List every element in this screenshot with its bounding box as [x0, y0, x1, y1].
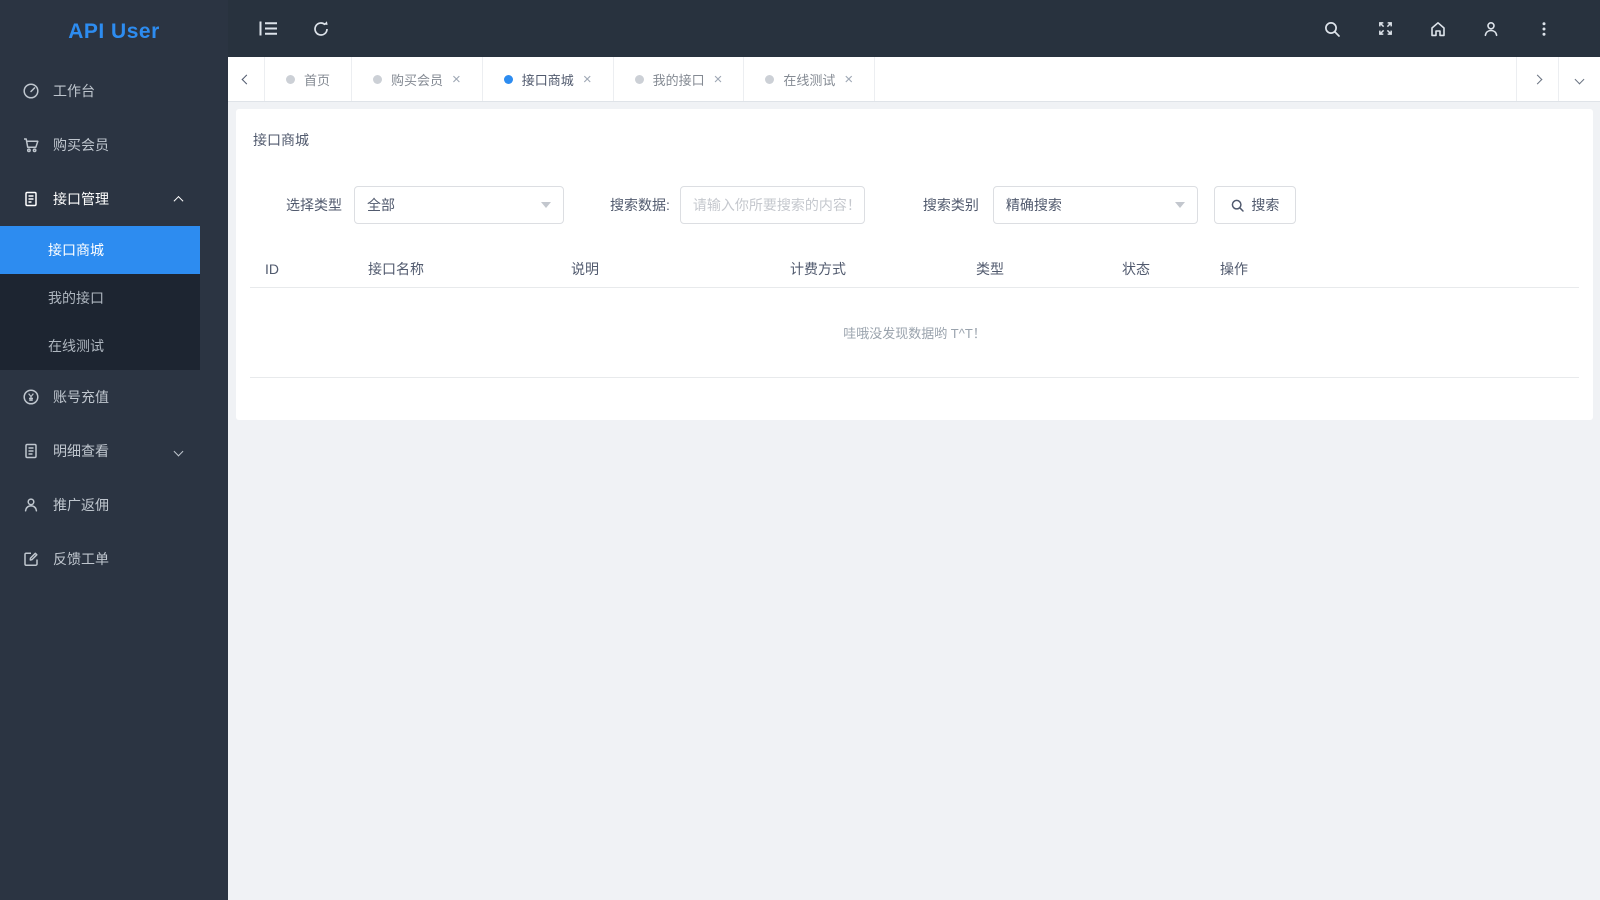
column-header-id: ID [265, 260, 279, 277]
tabs-scroll-left-button[interactable] [228, 57, 265, 101]
fullscreen-button[interactable] [1367, 11, 1403, 47]
fullscreen-icon [1378, 22, 1392, 35]
brand-logo: API User [68, 20, 160, 43]
select-caret-icon [541, 202, 551, 208]
dashboard-icon [22, 82, 40, 100]
sidebar-item-recharge[interactable]: 账号充值 [0, 370, 200, 424]
column-header-type: 类型 [976, 260, 1004, 277]
more-vertical-icon [1542, 21, 1546, 36]
sidebar-item-feedback[interactable]: 反馈工单 [0, 532, 200, 586]
table-header-row: ID 接口名称 说明 计费方式 类型 状态 操作 [250, 250, 1579, 288]
search-input[interactable] [679, 186, 865, 224]
tab-my-apis[interactable]: 我的接口 × [614, 57, 745, 101]
sidebar-subitem-my-apis[interactable]: 我的接口 [0, 274, 200, 322]
tab-status-dot [373, 74, 383, 84]
type-filter-label: 选择类型 [286, 197, 342, 213]
chevron-right-icon [1532, 74, 1543, 84]
column-header-description: 说明 [571, 260, 599, 277]
tabs-menu-button[interactable] [1558, 57, 1600, 101]
empty-state-text: 哇哦没发现数据哟 T^T！ [843, 326, 986, 341]
tabbar-spacer [875, 57, 1516, 101]
chevron-left-icon [241, 74, 251, 84]
api-doc-icon [22, 190, 40, 208]
sidebar-subitem-online-test[interactable]: 在线测试 [0, 322, 200, 370]
refresh-button[interactable] [303, 11, 339, 47]
sidebar-item-label: 明细查看 [53, 443, 109, 459]
sidebar-subitem-api-mall[interactable]: 接口商城 [0, 226, 200, 274]
sidebar-item-workbench[interactable]: 工作台 [0, 64, 200, 118]
select-caret-icon [1174, 202, 1185, 208]
search-icon [1325, 21, 1340, 37]
referral-user-icon [22, 496, 40, 514]
tab-close-icon[interactable]: × [714, 72, 723, 87]
detail-doc-icon [22, 442, 40, 460]
more-button[interactable] [1526, 11, 1562, 47]
menu-fold-icon [259, 21, 277, 36]
column-header-status: 状态 [1122, 260, 1150, 277]
feedback-edit-icon [22, 550, 40, 568]
search-data-label: 搜索数据: [610, 197, 670, 213]
sidebar: API User 工作台 购买会员 接口管理 接口商城 我的接口 在线测试 账号… [0, 0, 228, 900]
sidebar-item-label: 购买会员 [53, 137, 109, 153]
column-header-name: 接口名称 [368, 260, 424, 277]
column-header-billing: 计费方式 [790, 260, 846, 277]
cart-icon [22, 136, 40, 154]
sidebar-item-buy-membership[interactable]: 购买会员 [0, 118, 200, 172]
collapse-sidebar-button[interactable] [250, 11, 286, 47]
sidebar-item-label: 工作台 [53, 83, 95, 99]
tabs-scroll-right-button[interactable] [1516, 57, 1558, 101]
type-select[interactable]: 全部 [354, 186, 564, 224]
tab-online-test[interactable]: 在线测试 × [744, 57, 876, 101]
sidebar-submenu: 接口商城 我的接口 在线测试 [0, 226, 200, 370]
refresh-icon [314, 20, 328, 36]
user-icon [1484, 21, 1498, 36]
content-area: 接口商城 选择类型 全部 搜索数据: 搜索类别 精确搜索 [228, 102, 1600, 900]
tab-api-mall[interactable]: 接口商城 × [483, 57, 614, 101]
tab-close-icon[interactable]: × [583, 72, 592, 87]
home-button[interactable] [1420, 11, 1456, 47]
category-select-value: 精确搜索 [1005, 197, 1062, 213]
app-root: API User 工作台 购买会员 接口管理 接口商城 我的接口 在线测试 账号… [0, 0, 1600, 900]
search-category-select[interactable]: 精确搜索 [992, 186, 1198, 224]
sidebar-item-api-management[interactable]: 接口管理 [0, 172, 200, 226]
tab-status-dot [634, 74, 644, 84]
topbar [228, 0, 1600, 57]
sidebar-item-label: 接口管理 [53, 191, 109, 207]
home-icon [1431, 21, 1445, 36]
tab-buy-membership[interactable]: 购买会员 × [352, 57, 483, 101]
filter-row: 选择类型 全部 搜索数据: 搜索类别 精确搜索 [286, 186, 1579, 224]
sidebar-item-label: 反馈工单 [53, 551, 109, 567]
page-title: 接口商城 [253, 132, 309, 148]
chevron-up-icon [173, 195, 184, 206]
search-category-label: 搜索类别 [922, 197, 979, 213]
type-select-value: 全部 [367, 197, 395, 213]
sidebar-item-label: 账号充值 [53, 389, 109, 405]
tab-status-dot [286, 74, 295, 84]
tab-close-icon[interactable]: × [452, 72, 461, 87]
table-empty-state: 哇哦没发现数据哟 T^T！ [250, 288, 1579, 378]
sidebar-item-label: 推广返佣 [53, 497, 109, 513]
api-mall-card: 接口商城 选择类型 全部 搜索数据: 搜索类别 精确搜索 [236, 109, 1593, 420]
user-button[interactable] [1473, 11, 1509, 47]
tab-close-icon[interactable]: × [844, 72, 853, 87]
main-area: 首页 购买会员 × 接口商城 × 我的接口 × 在线测试 × 接口商城 选择类型… [228, 0, 1600, 900]
search-submit-button[interactable]: 搜索 [1213, 186, 1296, 224]
tab-status-dot [503, 74, 513, 84]
chevron-down-icon [173, 446, 184, 456]
tab-home[interactable]: 首页 [265, 57, 353, 101]
api-table: ID 接口名称 说明 计费方式 类型 状态 操作 哇哦没发现数据哟 T^T！ [250, 250, 1579, 378]
sidebar-item-referral[interactable]: 推广返佣 [0, 478, 200, 532]
sidebar-item-details[interactable]: 明细查看 [0, 424, 200, 478]
column-header-actions: 操作 [1220, 260, 1248, 277]
tabbar: 首页 购买会员 × 接口商城 × 我的接口 × 在线测试 × [228, 57, 1600, 102]
topbar-right-actions [1314, 11, 1562, 47]
tab-status-dot [765, 74, 775, 84]
sidebar-menu: 工作台 购买会员 接口管理 接口商城 我的接口 在线测试 账号充值 明细查看 推… [0, 64, 200, 586]
search-icon [1232, 199, 1245, 212]
search-button-topbar[interactable] [1314, 11, 1350, 47]
recharge-yen-icon [22, 388, 40, 406]
chevron-down-icon [1574, 74, 1585, 84]
